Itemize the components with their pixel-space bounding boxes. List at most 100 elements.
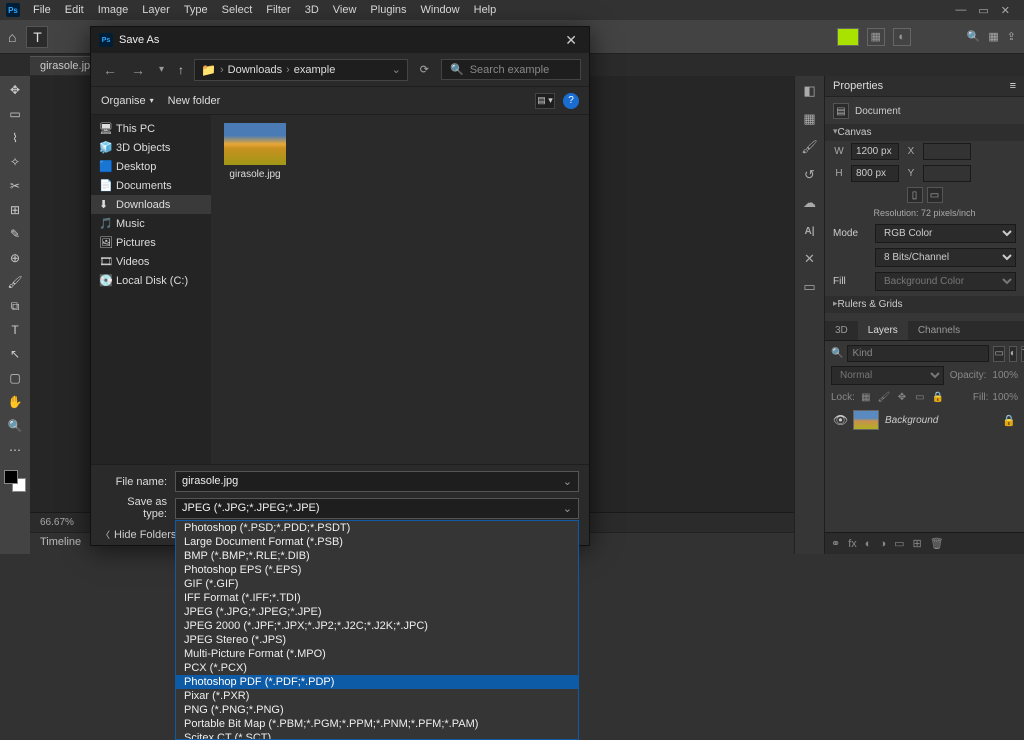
canvas-section[interactable]: Canvas bbox=[825, 124, 1024, 141]
width-field[interactable] bbox=[851, 143, 899, 160]
tab-3d[interactable]: 3D bbox=[825, 321, 858, 340]
lock-all-icon[interactable]: 🔒 bbox=[931, 390, 945, 404]
lock-icon[interactable]: 🔒 bbox=[1002, 414, 1016, 427]
format-option[interactable]: Portable Bit Map (*.PBM;*.PGM;*.PPM;*.PN… bbox=[176, 717, 578, 731]
filter-type-icon[interactable]: ▭ bbox=[993, 346, 1004, 362]
menu-select[interactable]: Select bbox=[215, 2, 260, 18]
color-swatches[interactable] bbox=[4, 470, 26, 492]
properties-panel-header[interactable]: Properties≡ bbox=[825, 76, 1024, 97]
refresh-icon[interactable]: ⟳ bbox=[414, 63, 435, 76]
tree-node-pictures[interactable]: 🖼Pictures bbox=[91, 233, 211, 252]
tab-layers[interactable]: Layers bbox=[858, 321, 908, 340]
3d-mode-icon[interactable]: ▦ bbox=[867, 28, 885, 46]
fx-icon[interactable]: fx bbox=[848, 538, 857, 550]
menu-window[interactable]: Window bbox=[414, 2, 467, 18]
lock-position-icon[interactable]: ✥ bbox=[895, 390, 909, 404]
fill-select[interactable]: Background Color bbox=[875, 272, 1016, 291]
menu-type[interactable]: Type bbox=[177, 2, 215, 18]
format-option[interactable]: Large Document Format (*.PSB) bbox=[176, 535, 578, 549]
marquee-tool-icon[interactable]: ▭ bbox=[4, 104, 26, 124]
brush-tool-icon[interactable]: 🖌 bbox=[4, 272, 26, 292]
landscape-icon[interactable]: ▭ bbox=[927, 187, 943, 203]
x-field[interactable] bbox=[923, 143, 971, 160]
filename-field[interactable]: girasole.jpg⌄ bbox=[175, 471, 579, 492]
layer-name[interactable]: Background bbox=[885, 415, 938, 426]
adjustments-panel-icon[interactable]: ✕ bbox=[801, 250, 819, 268]
forward-icon[interactable]: → bbox=[127, 62, 149, 78]
link-layers-icon[interactable]: ⚭ bbox=[831, 537, 840, 550]
search-icon[interactable]: 🔍 bbox=[967, 30, 981, 43]
type-tool-icon[interactable]: T bbox=[4, 320, 26, 340]
close-icon[interactable]: ✕ bbox=[1001, 4, 1010, 17]
zoom-tool-icon[interactable]: 🔍 bbox=[4, 416, 26, 436]
delete-icon[interactable]: 🗑 bbox=[930, 537, 944, 550]
savetype-field[interactable]: JPEG (*.JPG;*.JPEG;*.JPE)⌄ bbox=[175, 498, 579, 519]
crop-tool-icon[interactable]: ✂ bbox=[4, 176, 26, 196]
mask-icon[interactable]: ◐ bbox=[865, 538, 872, 550]
new-folder-button[interactable]: New folder bbox=[168, 95, 221, 107]
file-pane[interactable]: girasole.jpg bbox=[211, 115, 589, 464]
chevron-down-icon[interactable]: ⌄ bbox=[563, 475, 572, 488]
tree-node-local-disk-c-[interactable]: 💽Local Disk (C:) bbox=[91, 271, 211, 290]
layer-thumbnail[interactable] bbox=[853, 410, 879, 430]
swatches-panel-icon[interactable]: ▦ bbox=[801, 110, 819, 128]
minimize-icon[interactable]: — bbox=[955, 4, 966, 17]
format-option[interactable]: JPEG (*.JPG;*.JPEG;*.JPE) bbox=[176, 605, 578, 619]
tree-node-documents[interactable]: 📄Documents bbox=[91, 176, 211, 195]
tree-node-videos[interactable]: 🎞Videos bbox=[91, 252, 211, 271]
home-icon[interactable]: ⌂ bbox=[8, 29, 16, 45]
format-option[interactable]: PNG (*.PNG;*.PNG) bbox=[176, 703, 578, 717]
height-field[interactable] bbox=[851, 165, 899, 182]
layer-row[interactable]: 👁 Background 🔒 bbox=[831, 407, 1018, 433]
format-option[interactable]: IFF Format (*.IFF;*.TDI) bbox=[176, 591, 578, 605]
menu-file[interactable]: File bbox=[26, 2, 58, 18]
tree-node-this-pc[interactable]: 🖥This PC bbox=[91, 119, 211, 138]
group-icon[interactable]: ▭ bbox=[894, 537, 904, 550]
shape-tool-icon[interactable]: ▢ bbox=[4, 368, 26, 388]
character-panel-icon[interactable]: A| bbox=[801, 222, 819, 240]
brushes-panel-icon[interactable]: 🖌 bbox=[801, 138, 819, 156]
format-option[interactable]: GIF (*.GIF) bbox=[176, 577, 578, 591]
stamp-tool-icon[interactable]: ⧉ bbox=[4, 296, 26, 316]
tree-node-music[interactable]: 🎵Music bbox=[91, 214, 211, 233]
libraries-panel-icon[interactable]: ☁ bbox=[801, 194, 819, 212]
chevron-down-icon[interactable]: ⌄ bbox=[392, 63, 401, 76]
actions-panel-icon[interactable]: ▭ bbox=[801, 278, 819, 296]
format-option[interactable]: Pixar (*.PXR) bbox=[176, 689, 578, 703]
mask-mode-icon[interactable]: ◐ bbox=[893, 28, 911, 46]
breadcrumb-item[interactable]: example bbox=[294, 64, 336, 76]
format-option[interactable]: PCX (*.PCX) bbox=[176, 661, 578, 675]
filter-icon[interactable]: 🔍 bbox=[831, 348, 843, 359]
visibility-icon[interactable]: 👁 bbox=[833, 413, 847, 427]
lock-artboard-icon[interactable]: ▭ bbox=[913, 390, 927, 404]
zoom-level[interactable]: 66.67% bbox=[40, 517, 74, 528]
layer-filter-field[interactable] bbox=[847, 345, 989, 362]
rulers-section[interactable]: Rulers & Grids bbox=[825, 296, 1024, 313]
lasso-tool-icon[interactable]: ⌇ bbox=[4, 128, 26, 148]
organise-menu[interactable]: Organise▾ bbox=[101, 95, 154, 107]
panel-menu-icon[interactable]: ≡ bbox=[1010, 80, 1016, 92]
tree-node-desktop[interactable]: 🟦Desktop bbox=[91, 157, 211, 176]
format-option[interactable]: Multi-Picture Format (*.MPO) bbox=[176, 647, 578, 661]
format-option[interactable]: JPEG Stereo (*.JPS) bbox=[176, 633, 578, 647]
path-tool-icon[interactable]: ↖ bbox=[4, 344, 26, 364]
share-icon[interactable]: ⇪ bbox=[1007, 30, 1016, 43]
new-layer-icon[interactable]: ⊞ bbox=[913, 537, 922, 550]
lock-pixels-icon[interactable]: ▦ bbox=[859, 390, 873, 404]
help-icon[interactable]: ? bbox=[563, 93, 579, 109]
tree-node-3d-objects[interactable]: 🧊3D Objects bbox=[91, 138, 211, 157]
format-option[interactable]: Photoshop PDF (*.PDF;*.PDP) bbox=[176, 675, 578, 689]
menu-edit[interactable]: Edit bbox=[58, 2, 91, 18]
color-panel-icon[interactable]: ◧ bbox=[801, 82, 819, 100]
recent-icon[interactable]: ▾ bbox=[155, 64, 168, 75]
menu-help[interactable]: Help bbox=[467, 2, 504, 18]
fill-value[interactable]: 100% bbox=[992, 392, 1018, 403]
color-chip[interactable] bbox=[837, 28, 859, 46]
portrait-icon[interactable]: ▯ bbox=[907, 187, 923, 203]
bits-select[interactable]: 8 Bits/Channel bbox=[875, 248, 1016, 267]
menu-image[interactable]: Image bbox=[91, 2, 136, 18]
hand-tool-icon[interactable]: ✋ bbox=[4, 392, 26, 412]
menu-plugins[interactable]: Plugins bbox=[363, 2, 413, 18]
wand-tool-icon[interactable]: ✧ bbox=[4, 152, 26, 172]
format-option[interactable]: JPEG 2000 (*.JPF;*.JPX;*.JP2;*.J2C;*.J2K… bbox=[176, 619, 578, 633]
